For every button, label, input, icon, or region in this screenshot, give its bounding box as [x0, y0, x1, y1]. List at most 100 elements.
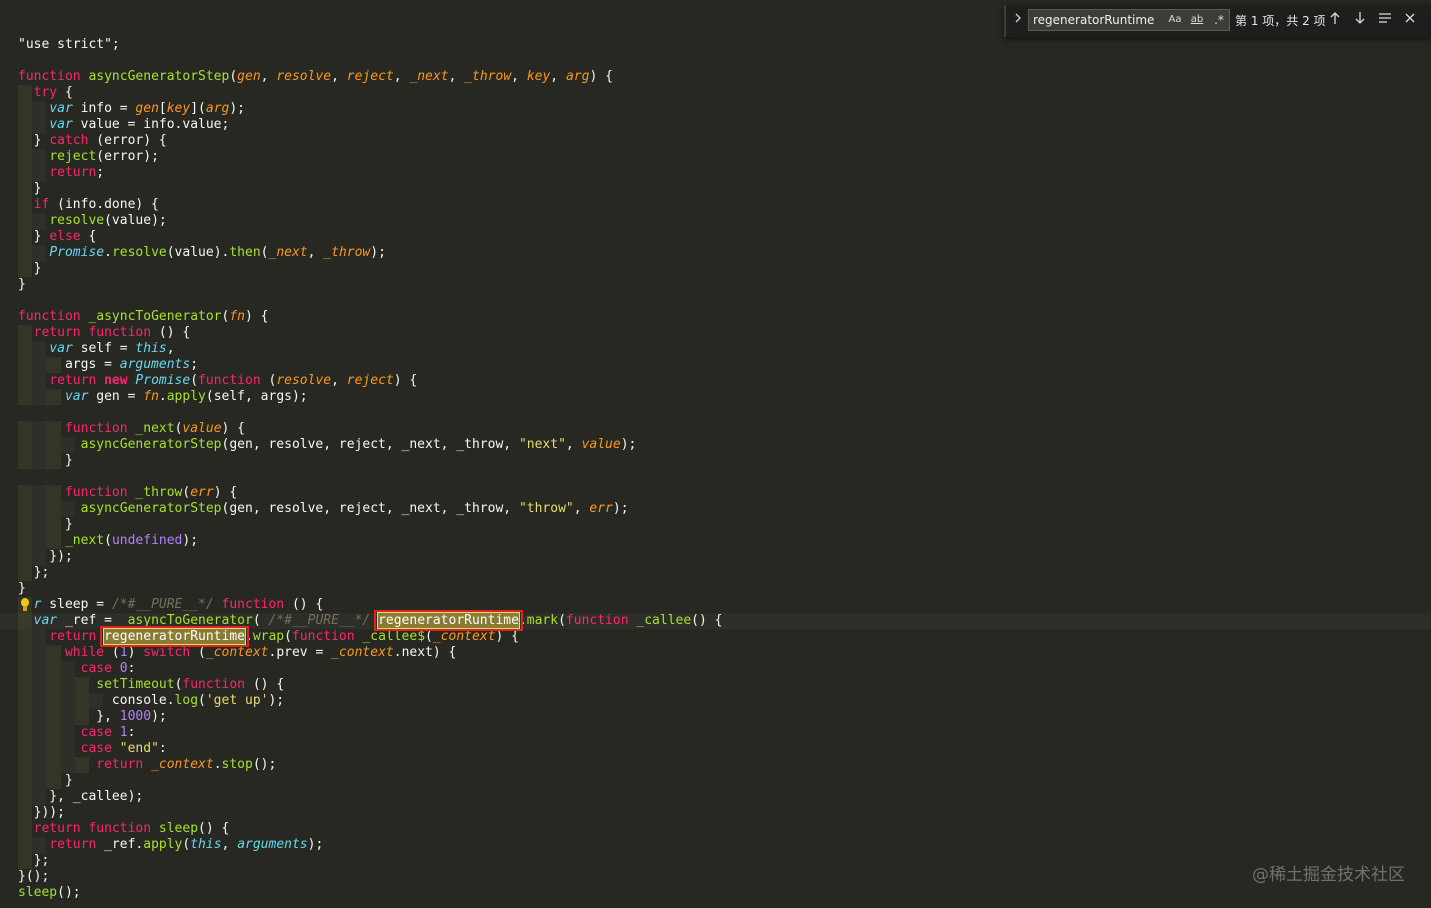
code-line[interactable]: var value = info.value;	[0, 117, 1431, 133]
code-token: log	[174, 693, 199, 708]
code-text: asyncGeneratorStep(gen, resolve, reject,…	[18, 437, 637, 453]
code-line[interactable]: reject(error);	[0, 149, 1431, 165]
code-token: /*#__PURE__*/	[268, 613, 371, 628]
code-line[interactable]: }();	[0, 869, 1431, 885]
code-token: function	[18, 69, 81, 84]
code-line[interactable]: case 1:	[0, 725, 1431, 741]
code-token: return	[33, 821, 81, 836]
code-line[interactable]: _next(undefined);	[0, 533, 1431, 549]
code-line[interactable]: try {	[0, 85, 1431, 101]
code-line[interactable]: };	[0, 853, 1431, 869]
code-line[interactable]: }	[0, 581, 1431, 597]
code-text: return _context.stop();	[18, 757, 276, 773]
chevron-right-icon[interactable]	[1010, 12, 1026, 30]
code-token: 'get up'	[205, 693, 269, 708]
arrow-down-icon[interactable]	[1351, 11, 1369, 31]
code-line[interactable]: var gen = fn.apply(self, args);	[0, 389, 1431, 405]
code-line[interactable]: setTimeout(function () {	[0, 677, 1431, 693]
code-text: function _asyncToGenerator(fn) {	[18, 309, 268, 325]
code-line[interactable]: args = arguments;	[0, 357, 1431, 373]
code-line[interactable]: asyncGeneratorStep(gen, resolve, reject,…	[0, 501, 1431, 517]
code-line[interactable]: r sleep = /*#__PURE__*/ function () {	[0, 597, 1431, 613]
code-line[interactable]: return;	[0, 165, 1431, 181]
code-line[interactable]	[0, 53, 1431, 69]
lines-icon[interactable]	[1376, 11, 1394, 31]
code-line[interactable]: var self = this,	[0, 341, 1431, 357]
arrow-up-icon[interactable]	[1326, 11, 1344, 31]
code-token: 1	[119, 725, 128, 740]
lightbulb-icon[interactable]	[19, 597, 31, 613]
code-line[interactable]	[0, 405, 1431, 421]
code-line[interactable]: asyncGeneratorStep(gen, resolve, reject,…	[0, 437, 1431, 453]
code-line[interactable]: function _throw(err) {	[0, 485, 1431, 501]
code-line[interactable]: sleep();	[0, 885, 1431, 901]
code-line[interactable]: }	[0, 181, 1431, 197]
regex-button[interactable]: .*	[1210, 10, 1228, 30]
code-token: (	[104, 645, 120, 660]
code-line[interactable]: case "end":	[0, 741, 1431, 757]
code-text: function _next(value) {	[18, 421, 245, 437]
code-token: resolve	[111, 245, 167, 260]
code-token: reject	[49, 149, 97, 164]
code-line[interactable]: }	[0, 517, 1431, 533]
code-token: _asyncToGenerator	[119, 613, 253, 628]
code-text: resolve(value);	[18, 213, 166, 229]
code-editor[interactable]: "use strict"; function asyncGeneratorStep…	[0, 0, 1431, 908]
code-line[interactable]: var info = gen[key](arg);	[0, 101, 1431, 117]
code-line[interactable]: resolve(value);	[0, 213, 1431, 229]
code-token: switch	[143, 645, 191, 660]
code-text: var value = info.value;	[18, 117, 229, 133]
code-line[interactable]: case 0:	[0, 661, 1431, 677]
code-token: .	[158, 389, 167, 404]
code-text: return function sleep() {	[18, 821, 230, 837]
code-line[interactable]: return function () {	[0, 325, 1431, 341]
code-line[interactable]: return _context.stop();	[0, 757, 1431, 773]
code-line[interactable]: });	[0, 549, 1431, 565]
code-line[interactable]: }	[0, 261, 1431, 277]
code-line[interactable]: Promise.resolve(value).then(_next, _thro…	[0, 245, 1431, 261]
code-line[interactable]: } else {	[0, 229, 1431, 245]
code-line[interactable]: return new Promise(function (resolve, re…	[0, 373, 1431, 389]
code-token: ](	[190, 101, 206, 116]
code-text: console.log('get up');	[18, 693, 284, 709]
code-line[interactable]: function _next(value) {	[0, 421, 1431, 437]
code-line[interactable]: }));	[0, 805, 1431, 821]
close-icon[interactable]	[1401, 11, 1419, 31]
code-line[interactable]: }	[0, 277, 1431, 293]
code-line[interactable]: }, _callee);	[0, 789, 1431, 805]
code-token: function	[221, 597, 285, 612]
code-line[interactable]: };	[0, 565, 1431, 581]
code-token: var	[49, 101, 73, 116]
find-input-value: regeneratorRuntime	[1033, 13, 1155, 27]
code-line[interactable]: if (info.done) {	[0, 197, 1431, 213]
code-line[interactable]: while (1) switch (_context.prev = _conte…	[0, 645, 1431, 661]
code-line[interactable]: var _ref = _asyncToGenerator( /*#__PURE_…	[0, 612, 1431, 629]
code-line[interactable]: }	[0, 453, 1431, 469]
code-line[interactable]: "use strict";	[0, 37, 1431, 53]
code-token: };	[18, 853, 50, 868]
code-line[interactable]: } catch (error) {	[0, 133, 1431, 149]
whole-word-button[interactable]: ab	[1188, 10, 1206, 30]
code-token: ,	[565, 437, 582, 452]
code-token: ) {	[495, 629, 519, 644]
code-token: ) {	[245, 309, 269, 324]
match-case-button[interactable]: Aa	[1166, 10, 1184, 30]
code-token: this	[190, 837, 222, 852]
code-line[interactable]: return regeneratorRuntime.wrap(function …	[0, 628, 1431, 645]
code-line[interactable]: return _ref.apply(this, arguments);	[0, 837, 1431, 853]
code-line[interactable]: }, 1000);	[0, 709, 1431, 725]
code-line[interactable]	[0, 293, 1431, 309]
code-line[interactable]: function asyncGeneratorStep(gen, resolve…	[0, 69, 1431, 85]
code-token: 1	[119, 645, 128, 660]
code-line[interactable]: console.log('get up');	[0, 693, 1431, 709]
code-line[interactable]: return function sleep() {	[0, 821, 1431, 837]
code-line[interactable]	[0, 469, 1431, 485]
code-line[interactable]: }	[0, 773, 1431, 789]
code-line[interactable]: function _asyncToGenerator(fn) {	[0, 309, 1431, 325]
code-token: var	[49, 341, 73, 356]
